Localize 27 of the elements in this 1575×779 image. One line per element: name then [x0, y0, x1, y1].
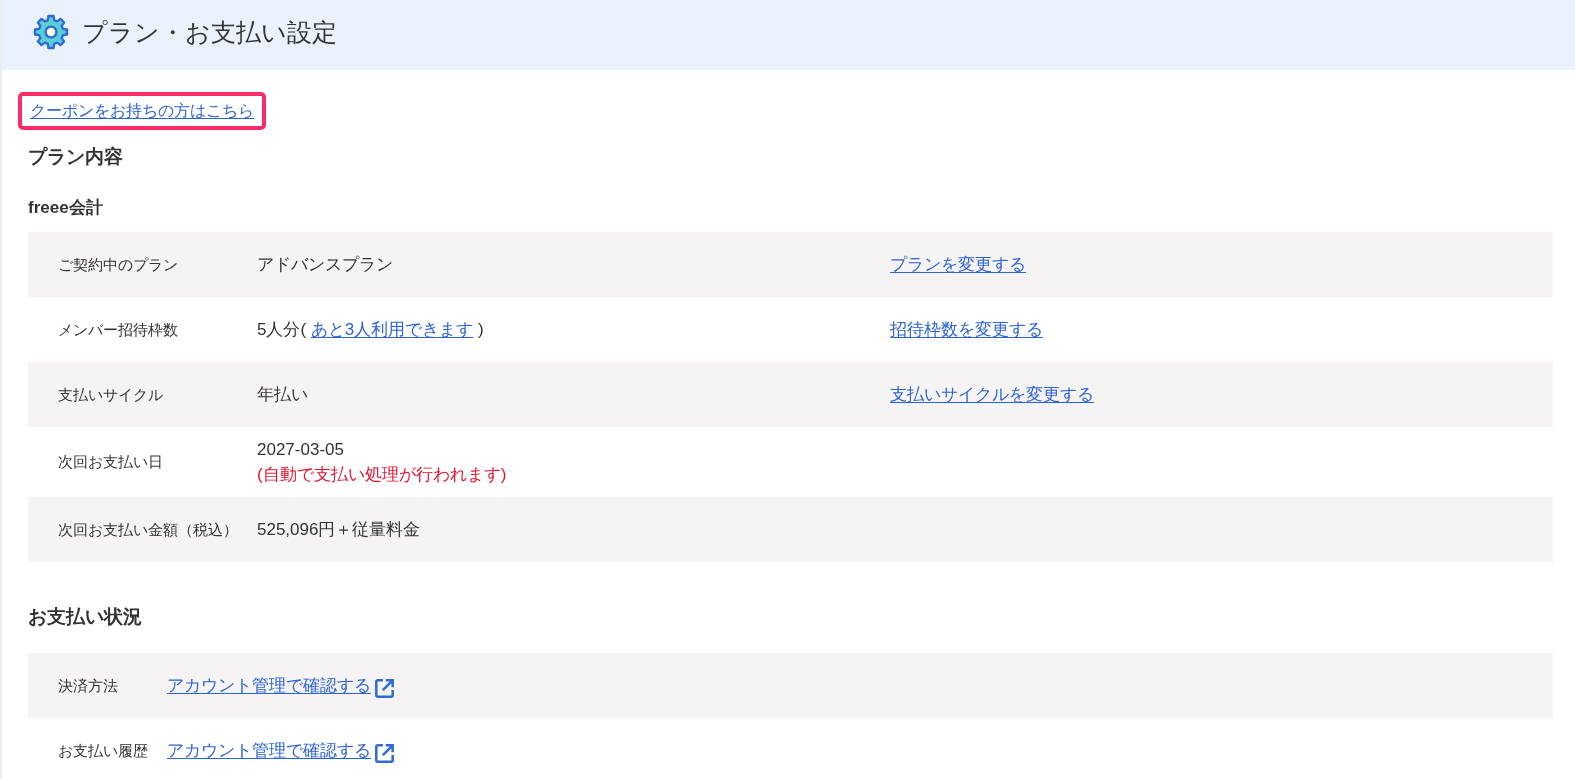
notice-text: (自動で支払い処理が行われます): [257, 464, 508, 486]
section-heading: プラン内容: [28, 145, 124, 169]
value-text: 5人分( あと3人利用できます ): [257, 319, 485, 341]
row-label: 決済方法: [58, 676, 119, 696]
remaining-seats-link[interactable]: あと3人利用できます: [310, 320, 474, 339]
change-link[interactable]: プランを変更する: [890, 255, 1026, 274]
coupon-link[interactable]: クーポンをお持ちの方はこちら: [30, 102, 254, 119]
value-text: 年払い: [257, 384, 309, 406]
value-text: アドバンスプラン: [257, 254, 394, 276]
row-label: 次回お支払い日: [58, 453, 164, 472]
value-text: 525,096円＋従量料金: [257, 519, 422, 541]
value-text: 2027-03-05: [257, 439, 345, 461]
row-label: お支払い履歴: [58, 741, 149, 761]
external-link-icon: [374, 678, 395, 699]
account-management-link[interactable]: アカウント管理で確認する: [167, 738, 371, 763]
change-link[interactable]: 招待枠数を変更する: [890, 320, 1043, 339]
row-label: 支払いサイクル: [58, 385, 164, 405]
section-heading: お支払い状況: [28, 605, 143, 629]
product-heading: freee会計: [28, 197, 104, 219]
change-link[interactable]: 支払いサイクルを変更する: [890, 385, 1094, 404]
settings-icon: [33, 14, 69, 50]
account-management-link[interactable]: アカウント管理で確認する: [167, 673, 371, 698]
page-title: プラン・お支払い設定: [82, 16, 337, 48]
external-link-icon: [374, 743, 395, 764]
row-label: 次回お支払い金額（税込）: [58, 520, 239, 540]
row-label: メンバー招待枠数: [58, 320, 179, 340]
row-label: ご契約中のプラン: [58, 255, 179, 275]
